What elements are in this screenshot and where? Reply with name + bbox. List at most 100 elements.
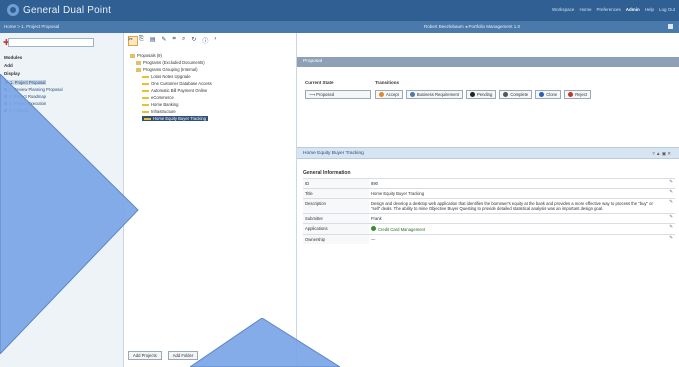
edit-icon[interactable]: ✎ bbox=[661, 224, 675, 234]
panel-title: Proposal bbox=[303, 59, 322, 64]
table-row: Submitter Frank ✎ bbox=[303, 213, 675, 223]
field-key: Ownership bbox=[303, 235, 369, 244]
sub-header: Home > 1. Project Proposal Robert Beezle… bbox=[0, 21, 679, 33]
transition-complete-button[interactable]: Complete bbox=[499, 90, 533, 99]
accept-icon bbox=[379, 92, 384, 97]
project-icon bbox=[142, 110, 149, 113]
project-icon bbox=[142, 82, 149, 85]
panel-header: Proposal bbox=[297, 57, 679, 67]
nav-logout[interactable]: Log Out bbox=[659, 7, 675, 12]
tree-node-label: One Customer Database Access bbox=[151, 81, 212, 86]
nav-admin[interactable]: Admin bbox=[626, 7, 640, 12]
nav-workspace[interactable]: Workspace bbox=[552, 7, 574, 12]
edit-icon[interactable]: ✎ bbox=[661, 235, 675, 244]
table-row: Description Design and develop a desktop… bbox=[303, 198, 675, 213]
band-controls[interactable]: ? ▲ ▣ ✕ bbox=[652, 151, 671, 157]
transition-label: Pending bbox=[476, 92, 493, 97]
field-value: Design and develop a desktop web applica… bbox=[371, 201, 653, 211]
table-row: Title Home Equity Buyer Tracking ✎ bbox=[303, 188, 675, 198]
record-title: Home Equity Buyer Tracking bbox=[303, 151, 364, 156]
app-logo-icon bbox=[7, 4, 19, 16]
folder-icon bbox=[136, 60, 141, 65]
maximize-icon[interactable] bbox=[668, 24, 673, 29]
tree-node-project[interactable]: Automatic Bill Payment Online bbox=[142, 88, 207, 93]
tree-node-label: Programs (Excluded Documents) bbox=[143, 60, 205, 65]
field-key: Description bbox=[303, 199, 369, 213]
sidebar-section-modules: Modules bbox=[4, 55, 23, 60]
application-link[interactable]: Credit Card Management bbox=[369, 224, 661, 234]
general-information-heading: General Information bbox=[303, 170, 351, 176]
field-key: Submitter bbox=[303, 214, 369, 223]
sidebar-section-add[interactable]: Add bbox=[4, 63, 13, 68]
field-key: ID bbox=[303, 179, 369, 188]
project-icon bbox=[142, 96, 149, 99]
info-icon[interactable]: ⓘ bbox=[202, 36, 208, 46]
tree-node-label: Proposals (9) bbox=[137, 53, 162, 58]
reject-icon bbox=[568, 92, 574, 97]
user-context[interactable]: Robert Beezlebaum ◂ Portfolio Management… bbox=[424, 24, 520, 30]
current-state-label: Current State bbox=[305, 80, 334, 85]
field-value: Home Equity Buyer Tracking bbox=[371, 191, 425, 196]
top-navigation: Workspace Home Preferences Admin Help Lo… bbox=[552, 7, 675, 12]
project-icon bbox=[144, 117, 151, 120]
nav-help[interactable]: Help bbox=[645, 7, 654, 12]
copy-icon[interactable]: ⎘ bbox=[139, 36, 144, 46]
paste-icon[interactable]: ▤ bbox=[150, 36, 156, 46]
cut-icon[interactable]: ✂ bbox=[128, 36, 133, 46]
nav-preferences[interactable]: Preferences bbox=[596, 7, 620, 12]
tree-node-project-selected[interactable]: Home Equity Buyer Tracking bbox=[142, 116, 209, 121]
requirement-icon bbox=[409, 92, 415, 97]
general-information-table: ID 890 ✎ Title Home Equity Buyer Trackin… bbox=[303, 178, 675, 244]
nav-home[interactable]: Home bbox=[579, 7, 591, 12]
tree-node-project[interactable]: Lotus Notes Upgrade bbox=[142, 74, 191, 79]
transition-pending-button[interactable]: Pending bbox=[465, 90, 497, 99]
transition-reject-button[interactable]: Reject bbox=[564, 90, 592, 99]
table-row: Applications Credit Card Management ✎ bbox=[303, 223, 675, 234]
tree-node-project[interactable]: Infrastructure bbox=[142, 109, 176, 114]
edit-icon[interactable]: ✎ bbox=[661, 199, 675, 213]
current-state-value: ⟶ Proposed bbox=[305, 90, 371, 99]
application-icon bbox=[371, 226, 376, 231]
tree-node-folder[interactable]: Programs Grouping (Internal) bbox=[136, 67, 197, 72]
complete-icon bbox=[503, 92, 509, 97]
tag-icon[interactable]: ⌗ bbox=[173, 36, 176, 46]
edit-icon[interactable]: ✎ bbox=[162, 36, 167, 46]
chevron-right-icon[interactable]: › bbox=[214, 36, 216, 46]
tree-node-folder[interactable]: Programs (Excluded Documents) bbox=[136, 60, 205, 65]
breadcrumb[interactable]: Home > 1. Project Proposal bbox=[4, 24, 59, 29]
transition-accept-button[interactable]: Accept bbox=[375, 90, 403, 99]
project-tree-panel: ✂ ⎘ ▤ ✎ ⌗ ⌕ ↻ ⓘ › Proposals (9) Programs… bbox=[124, 33, 297, 367]
tree-node-project[interactable]: Home Banking bbox=[142, 102, 178, 107]
transition-label: Business Requirement bbox=[416, 92, 459, 97]
transition-label: Reject bbox=[575, 92, 588, 97]
transition-label: Complete bbox=[510, 92, 529, 97]
tree-node-label: Lotus Notes Upgrade bbox=[151, 74, 191, 79]
folder-icon bbox=[130, 53, 135, 58]
tree-node-label: Programs Grouping (Internal) bbox=[143, 67, 198, 72]
app-title: General Dual Point bbox=[23, 5, 112, 16]
app-header: General Dual Point Workspace Home Prefer… bbox=[0, 0, 679, 21]
edit-icon[interactable]: ✎ bbox=[661, 189, 675, 198]
field-value: — bbox=[371, 237, 376, 242]
search-icon[interactable]: ⌕ bbox=[182, 36, 185, 46]
tree-node-label: eCommerce bbox=[151, 95, 174, 100]
pending-icon bbox=[469, 92, 475, 97]
transition-clone-button[interactable]: Clone bbox=[535, 90, 562, 99]
tree-node-root[interactable]: Proposals (9) bbox=[130, 53, 162, 58]
transition-business-requirement-button[interactable]: Business Requirement bbox=[405, 90, 463, 99]
record-title-band: Home Equity Buyer Tracking ? ▲ ▣ ✕ bbox=[297, 147, 679, 159]
current-state-text: Proposed bbox=[316, 92, 335, 97]
transition-label: Accept bbox=[386, 92, 399, 97]
edit-icon[interactable]: ✎ bbox=[661, 214, 675, 223]
edit-icon[interactable]: ✎ bbox=[661, 179, 675, 188]
tree-toolbar: ✂ ⎘ ▤ ✎ ⌗ ⌕ ↻ ⓘ › bbox=[128, 36, 216, 46]
field-value: Frank bbox=[371, 216, 382, 221]
refresh-icon[interactable]: ↻ bbox=[191, 36, 196, 46]
arrow-overlay-left bbox=[0, 74, 139, 354]
tree-node-label: Infrastructure bbox=[151, 109, 176, 114]
field-value: 890 bbox=[371, 181, 378, 186]
tree-node-project[interactable]: One Customer Database Access bbox=[142, 81, 212, 86]
transitions-label: Transitions bbox=[375, 80, 400, 85]
sidebar-search-input[interactable] bbox=[8, 38, 94, 47]
tree-node-project[interactable]: eCommerce bbox=[142, 95, 174, 100]
